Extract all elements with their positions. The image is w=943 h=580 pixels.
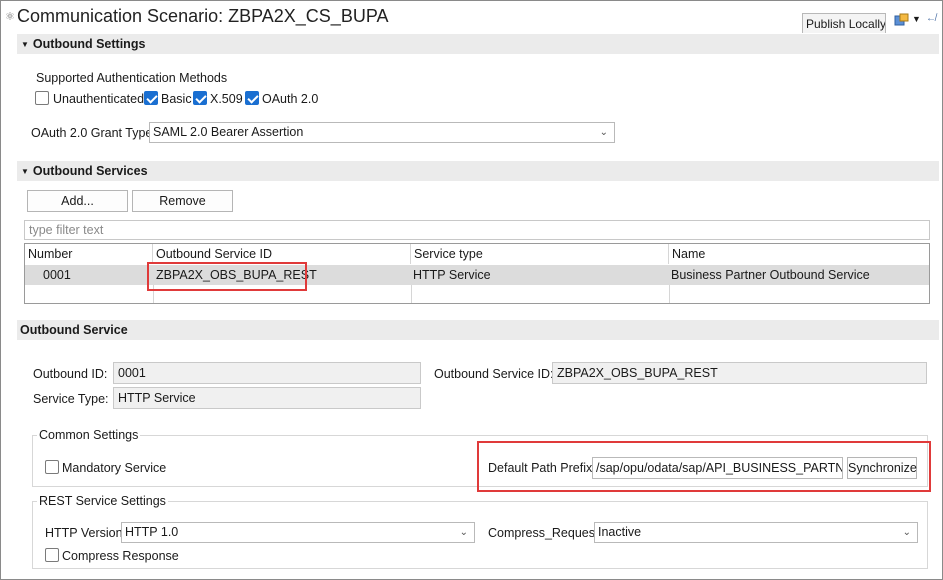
rest-settings-title: REST Service Settings	[37, 493, 168, 509]
compress-request-value: Inactive	[598, 525, 642, 539]
compress-response-checkbox[interactable]	[45, 548, 59, 562]
column-divider	[411, 285, 412, 303]
add-service-button[interactable]: Add...	[27, 190, 128, 212]
compress-request-label: Compress_Request:	[488, 526, 602, 540]
filter-input[interactable]: type filter text	[24, 220, 930, 240]
remove-service-button[interactable]: Remove	[132, 190, 233, 212]
outbound-service-header: Outbound Service	[17, 320, 939, 340]
page-title: Communication Scenario: ZBPA2X_CS_BUPA	[17, 6, 389, 26]
dropdown-arrow-icon[interactable]: ▼	[912, 13, 922, 25]
grant-type-label: OAuth 2.0 Grant Type:	[31, 126, 156, 140]
highlight-path-prefix	[477, 441, 931, 492]
http-version-select[interactable]: HTTP 1.0 ⌄	[121, 522, 475, 543]
mandatory-service-label: Mandatory Service	[62, 461, 167, 475]
compress-request-select[interactable]: Inactive ⌄	[594, 522, 918, 543]
outbound-id-field: 0001	[113, 362, 421, 384]
oauth-label: OAuth 2.0	[262, 92, 319, 106]
compress-response-label: Compress Response	[62, 549, 179, 563]
column-header-service-id[interactable]: Outbound Service ID	[153, 244, 411, 264]
chevron-down-icon[interactable]: ⌄	[903, 523, 911, 542]
http-version-value: HTTP 1.0	[125, 525, 179, 539]
outbound-settings-header[interactable]: ▼ Outbound Settings	[17, 34, 939, 54]
column-header-name[interactable]: Name	[669, 244, 929, 264]
service-id-field: ZBPA2X_OBS_BUPA_REST	[552, 362, 927, 384]
chevron-down-icon[interactable]: ⌄	[460, 523, 468, 542]
x509-checkbox[interactable]	[193, 91, 207, 105]
row-name[interactable]: Business Partner Outbound Service	[671, 265, 870, 285]
title-bar: ⚛ Communication Scenario: ZBPA2X_CS_BUPA…	[1, 1, 942, 33]
collapse-triangle-icon[interactable]: ▼	[21, 40, 29, 49]
scenario-icon: ⚛	[5, 11, 15, 23]
back-icon[interactable]: ↚	[926, 13, 938, 25]
section-title: Outbound Settings	[32, 37, 146, 51]
column-header-service-type[interactable]: Service type	[411, 244, 669, 264]
properties-icon[interactable]	[894, 13, 910, 27]
grant-type-select[interactable]: SAML 2.0 Bearer Assertion ⌄	[149, 122, 615, 143]
unauthenticated-label: Unauthenticated	[53, 92, 145, 106]
row-number[interactable]: 0001	[43, 265, 71, 285]
column-divider	[669, 285, 670, 303]
service-id-label: Outbound Service ID:	[434, 367, 554, 381]
section-title: Outbound Services	[32, 164, 148, 178]
x509-label: X.509	[210, 92, 243, 106]
basic-checkbox[interactable]	[144, 91, 158, 105]
service-type-label: Service Type:	[33, 392, 109, 406]
chevron-down-icon[interactable]: ⌄	[600, 123, 608, 142]
publish-locally-button[interactable]: Publish Locally	[802, 13, 886, 33]
outbound-id-label: Outbound ID:	[33, 367, 108, 381]
mandatory-service-checkbox[interactable]	[45, 460, 59, 474]
column-header-number[interactable]: Number	[25, 244, 153, 264]
http-version-label: HTTP Version:	[45, 526, 127, 540]
row-service-type[interactable]: HTTP Service	[413, 265, 491, 285]
oauth-checkbox[interactable]	[245, 91, 259, 105]
service-type-field: HTTP Service	[113, 387, 421, 409]
highlight-service-id	[147, 262, 307, 291]
collapse-triangle-icon[interactable]: ▼	[21, 167, 29, 176]
outbound-services-header[interactable]: ▼ Outbound Services	[17, 161, 939, 181]
editor-window: ⚛ Communication Scenario: ZBPA2X_CS_BUPA…	[0, 0, 943, 580]
grant-type-value: SAML 2.0 Bearer Assertion	[153, 125, 304, 139]
common-settings-title: Common Settings	[37, 427, 141, 443]
unauthenticated-checkbox[interactable]	[35, 91, 49, 105]
auth-methods-label: Supported Authentication Methods	[36, 71, 228, 85]
basic-label: Basic	[161, 92, 192, 106]
